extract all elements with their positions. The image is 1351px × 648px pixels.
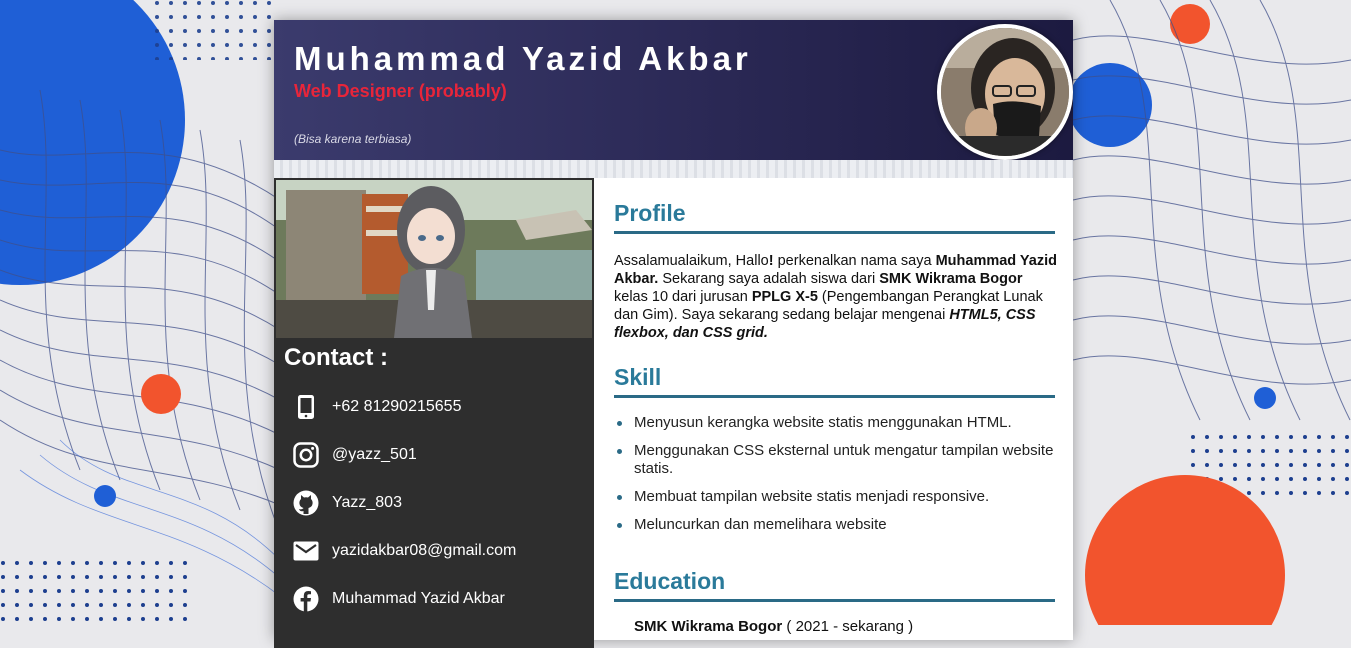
education-entry: SMK Wikrama Bogor ( 2021 - sekarang ) [634, 618, 913, 635]
education-heading: Education [614, 568, 726, 594]
profile-photo [276, 180, 592, 338]
sidebar: Contact : +62 81290215655 @yazz_501 Yazz… [274, 178, 594, 648]
facebook-icon [292, 585, 320, 613]
contact-facebook[interactable]: Muhammad Yazid Akbar [292, 584, 582, 614]
skill-list: Menyusun kerangka website statis menggun… [614, 414, 1056, 544]
email-icon [292, 537, 320, 565]
avatar [937, 24, 1073, 160]
profile-divider [614, 231, 1055, 234]
contact-email[interactable]: yazidakbar08@gmail.com [292, 536, 582, 566]
page-title: Muhammad Yazid Akbar [294, 40, 752, 77]
motto: (Bisa karena terbiasa) [294, 132, 412, 146]
contact-facebook-label: Muhammad Yazid Akbar [332, 590, 505, 607]
main-content: Profile Assalamualaikum, Hallo! perkenal… [614, 178, 1057, 648]
resume-card: Muhammad Yazid Akbar Web Designer (proba… [274, 20, 1073, 648]
list-item: Meluncurkan dan memelihara website [614, 516, 1056, 534]
header-banner: Muhammad Yazid Akbar Web Designer (proba… [274, 20, 1073, 160]
phone-icon [292, 393, 320, 421]
avatar-photo [941, 28, 1069, 156]
contact-github[interactable]: Yazz_803 [292, 488, 582, 518]
instagram-icon [292, 441, 320, 469]
contact-instagram[interactable]: @yazz_501 [292, 440, 582, 470]
skill-heading: Skill [614, 364, 662, 390]
job-title: Web Designer (probably) [294, 81, 507, 101]
contact-instagram-label: @yazz_501 [332, 446, 417, 463]
header-divider [274, 160, 1073, 178]
education-years: ( 2021 - sekarang ) [786, 618, 914, 635]
list-item: Menyusun kerangka website statis menggun… [614, 414, 1056, 432]
contact-phone[interactable]: +62 81290215655 [292, 392, 582, 422]
profile-heading: Profile [614, 200, 686, 226]
contact-phone-label: +62 81290215655 [332, 398, 462, 415]
profile-paragraph: Assalamualaikum, Hallo! perkenalkan nama… [614, 253, 1057, 341]
contact-email-label: yazidakbar08@gmail.com [332, 542, 517, 559]
github-icon [292, 489, 320, 517]
list-item: Membuat tampilan website statis menjadi … [614, 488, 1056, 506]
education-divider [614, 599, 1055, 602]
contact-heading: Contact : [284, 344, 388, 371]
contact-github-label: Yazz_803 [332, 494, 402, 511]
list-item: Menggunakan CSS eksternal untuk mengatur… [614, 442, 1056, 478]
school-name: SMK Wikrama Bogor [634, 618, 783, 635]
skill-divider [614, 395, 1055, 398]
